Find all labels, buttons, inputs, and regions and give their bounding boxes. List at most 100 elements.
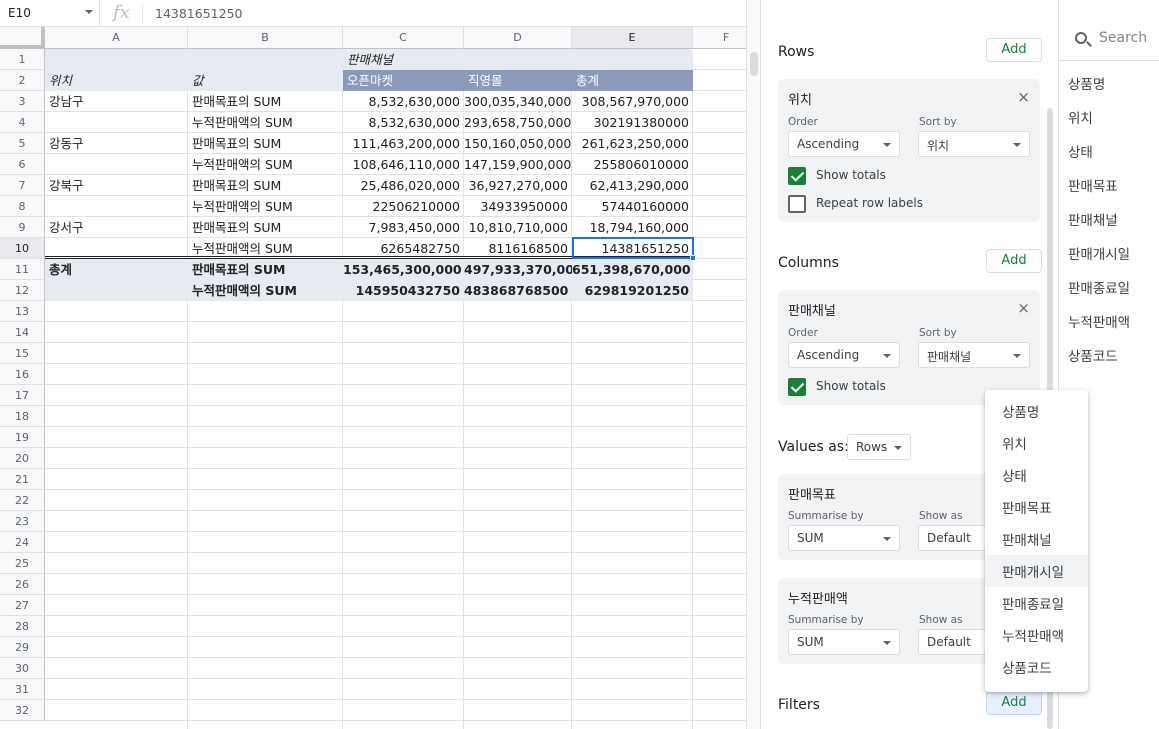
- pivot-row-field-header[interactable]: 위치: [45, 70, 188, 91]
- row-header[interactable]: 31: [0, 679, 45, 700]
- row-header[interactable]: 4: [0, 112, 45, 133]
- pivot-total-cell[interactable]: 145950432750: [343, 280, 464, 301]
- field-list-item[interactable]: 위치: [1068, 107, 1093, 127]
- pivot-value-label[interactable]: 판매목표의 SUM: [188, 175, 343, 196]
- row-header[interactable]: 15: [0, 343, 45, 364]
- row-header[interactable]: 23: [0, 511, 45, 532]
- field-list-item[interactable]: 판매개시일: [1068, 243, 1130, 263]
- pivot-header-cell[interactable]: [572, 49, 693, 70]
- pivot-value-label[interactable]: 판매목표의 SUM: [188, 217, 343, 238]
- row-header[interactable]: 14: [0, 322, 45, 343]
- column-show-totals-checkbox[interactable]: [788, 378, 806, 396]
- pivot-value-cell[interactable]: 36,927,270,000: [464, 175, 572, 196]
- pivot-total-cell[interactable]: 483868768500: [464, 280, 572, 301]
- column-header-e[interactable]: E: [572, 27, 693, 49]
- menu-item[interactable]: 판매개시일: [985, 555, 1088, 587]
- close-icon[interactable]: ×: [1017, 88, 1030, 106]
- pivot-total-cell[interactable]: 651,398,670,000: [572, 259, 693, 280]
- menu-item[interactable]: 상품명: [985, 395, 1088, 427]
- pivot-value-label[interactable]: 누적판매액의 SUM: [188, 112, 343, 133]
- row-header[interactable]: 19: [0, 427, 45, 448]
- row-header[interactable]: 21: [0, 469, 45, 490]
- pivot-row-label[interactable]: 강남구: [45, 91, 188, 112]
- menu-item[interactable]: 상품코드: [985, 651, 1088, 683]
- pivot-value-cell[interactable]: 150,160,050,000: [464, 133, 572, 154]
- formula-input[interactable]: 14381651250: [155, 6, 242, 21]
- column-sort-by-select[interactable]: 판매채널: [918, 342, 1030, 368]
- row-header[interactable]: 11: [0, 259, 45, 280]
- pivot-value-cell[interactable]: 308,567,970,000: [572, 91, 693, 112]
- row-header[interactable]: 29: [0, 637, 45, 658]
- pivot-value-cell[interactable]: 255806010000: [572, 154, 693, 175]
- row-header[interactable]: 9: [0, 217, 45, 238]
- pivot-total-cell[interactable]: 497,933,370,000: [464, 259, 572, 280]
- pivot-value-cell[interactable]: 34933950000: [464, 196, 572, 217]
- field-list-item[interactable]: 판매채널: [1068, 209, 1118, 229]
- pivot-header-cell[interactable]: [464, 49, 572, 70]
- pivot-total-cell[interactable]: 629819201250: [572, 280, 693, 301]
- column-header-a[interactable]: A: [45, 27, 188, 49]
- fill-handle[interactable]: [690, 255, 696, 261]
- row-header[interactable]: 5: [0, 133, 45, 154]
- add-filter-button[interactable]: Add: [986, 691, 1042, 715]
- pivot-value-cell[interactable]: 147,159,900,000: [464, 154, 572, 175]
- pivot-row-label[interactable]: 강동구: [45, 133, 188, 154]
- row-header[interactable]: 17: [0, 385, 45, 406]
- row-header[interactable]: 30: [0, 658, 45, 679]
- row-header[interactable]: 28: [0, 616, 45, 637]
- select-all-corner[interactable]: [0, 27, 45, 49]
- pivot-row-label[interactable]: [45, 154, 188, 175]
- row-show-totals-checkbox[interactable]: [788, 167, 806, 185]
- pivot-value-cell[interactable]: 300,035,340,000: [464, 91, 572, 112]
- pivot-total-label[interactable]: 총계: [45, 259, 188, 280]
- pivot-row-label[interactable]: 강북구: [45, 175, 188, 196]
- pivot-total-label[interactable]: [45, 280, 188, 301]
- row-header[interactable]: 22: [0, 490, 45, 511]
- pivot-row-label[interactable]: [45, 112, 188, 133]
- pivot-value-cell[interactable]: 7,983,450,000: [343, 217, 464, 238]
- menu-item[interactable]: 판매채널: [985, 523, 1088, 555]
- pivot-total-cell[interactable]: 153,465,300,000: [343, 259, 464, 280]
- pivot-row-label[interactable]: [45, 196, 188, 217]
- row-header[interactable]: 26: [0, 574, 45, 595]
- row-header[interactable]: 8: [0, 196, 45, 217]
- row-header[interactable]: 24: [0, 532, 45, 553]
- pivot-value-label[interactable]: 판매목표의 SUM: [188, 133, 343, 154]
- pivot-column-value-header[interactable]: 직영몰: [464, 70, 572, 91]
- row-header[interactable]: 25: [0, 553, 45, 574]
- summarise-by-select[interactable]: SUM: [788, 525, 900, 551]
- row-header[interactable]: 13: [0, 301, 45, 322]
- pivot-column-group-header[interactable]: 판매채널: [343, 49, 464, 70]
- name-box[interactable]: E10: [0, 0, 100, 27]
- row-header[interactable]: 3: [0, 91, 45, 112]
- pivot-value-cell[interactable]: 8,532,630,000: [343, 112, 464, 133]
- pivot-value-cell[interactable]: 111,463,200,000: [343, 133, 464, 154]
- values-as-select[interactable]: Rows: [847, 434, 911, 460]
- pivot-column-value-header[interactable]: 총계: [572, 70, 693, 91]
- menu-item[interactable]: 누적판매액: [985, 619, 1088, 651]
- row-header[interactable]: 7: [0, 175, 45, 196]
- row-sort-by-select[interactable]: 위치: [918, 131, 1030, 157]
- pivot-value-cell[interactable]: 261,623,250,000: [572, 133, 693, 154]
- spreadsheet-grid[interactable]: ABCDEF 1 2 3 4 5 6 7 8 9 10 11 12 13 14 15 16 17 18 19 20 21…: [0, 27, 746, 729]
- row-header[interactable]: 12: [0, 280, 45, 301]
- row-header[interactable]: 10: [0, 238, 45, 259]
- field-list-item[interactable]: 판매종료일: [1068, 277, 1130, 297]
- pivot-value-label[interactable]: 누적판매액의 SUM: [188, 154, 343, 175]
- column-order-select[interactable]: Ascending: [788, 342, 900, 368]
- field-list-item[interactable]: 누적판매액: [1068, 311, 1130, 331]
- pivot-header-cell[interactable]: [45, 49, 188, 70]
- field-list-item[interactable]: 판매목표: [1068, 175, 1118, 195]
- pivot-value-cell[interactable]: 10,810,710,000: [464, 217, 572, 238]
- pivot-value-cell[interactable]: 62,413,290,000: [572, 175, 693, 196]
- pivot-column-value-header[interactable]: 오픈마켓: [343, 70, 464, 91]
- field-search-input[interactable]: [1099, 30, 1159, 46]
- pivot-row-label[interactable]: 강서구: [45, 217, 188, 238]
- field-list-item[interactable]: 상품명: [1068, 73, 1105, 93]
- pivot-value-label[interactable]: 판매목표의 SUM: [188, 259, 343, 280]
- field-list-item[interactable]: 상태: [1068, 141, 1093, 161]
- row-order-select[interactable]: Ascending: [788, 131, 900, 157]
- row-header[interactable]: 27: [0, 595, 45, 616]
- add-column-button[interactable]: Add: [986, 249, 1042, 273]
- add-row-button[interactable]: Add: [986, 38, 1042, 62]
